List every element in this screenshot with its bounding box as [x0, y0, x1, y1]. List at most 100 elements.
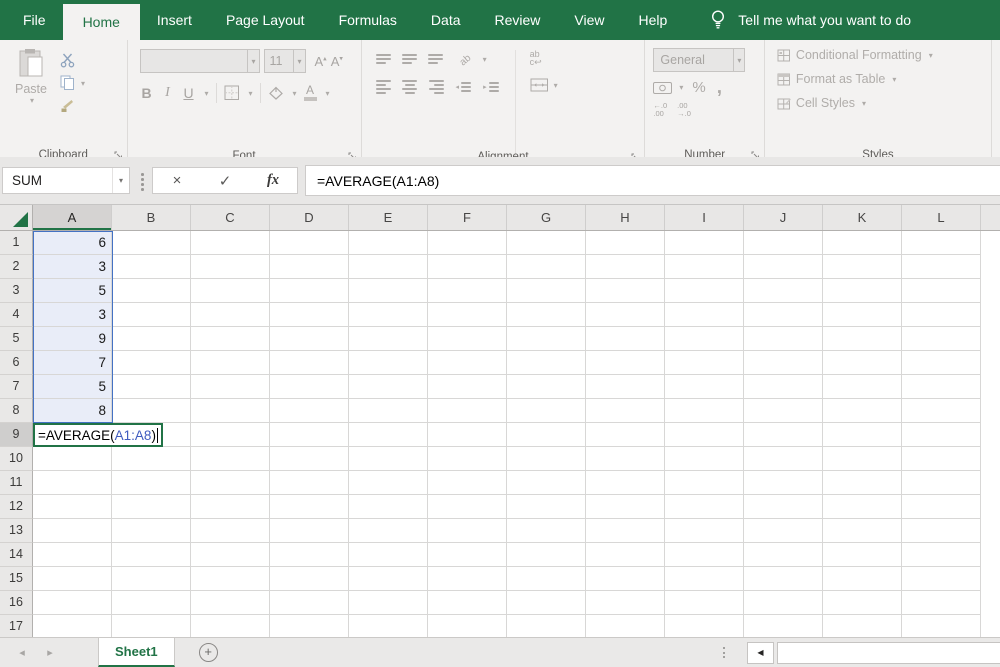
- cell-L1[interactable]: [902, 231, 981, 255]
- column-header-A[interactable]: A: [33, 205, 112, 230]
- cell-J5[interactable]: [744, 327, 823, 351]
- cell-D9[interactable]: [270, 423, 349, 447]
- cell-F3[interactable]: [428, 279, 507, 303]
- cell-F13[interactable]: [428, 519, 507, 543]
- cell-H3[interactable]: [586, 279, 665, 303]
- cell-C6[interactable]: [191, 351, 270, 375]
- row-header-5[interactable]: 5: [0, 327, 33, 351]
- number-format-dropdown-icon[interactable]: ▾: [733, 49, 744, 71]
- row-header-3[interactable]: 3: [0, 279, 33, 303]
- cell-C17[interactable]: [191, 615, 270, 639]
- cell-D14[interactable]: [270, 543, 349, 567]
- increase-indent-button[interactable]: ▸: [481, 82, 499, 92]
- menu-tab-page-layout[interactable]: Page Layout: [209, 0, 322, 40]
- cell-J8[interactable]: [744, 399, 823, 423]
- cell-J2[interactable]: [744, 255, 823, 279]
- cell-I17[interactable]: [665, 615, 744, 639]
- cell-K6[interactable]: [823, 351, 902, 375]
- row-header-2[interactable]: 2: [0, 255, 33, 279]
- align-right-button[interactable]: [428, 80, 444, 94]
- cell-J1[interactable]: [744, 231, 823, 255]
- cell-K12[interactable]: [823, 495, 902, 519]
- cell-D6[interactable]: [270, 351, 349, 375]
- copy-dropdown-icon[interactable]: ▾: [81, 79, 85, 88]
- underline-button[interactable]: U: [182, 85, 196, 101]
- cell-F12[interactable]: [428, 495, 507, 519]
- cell-K11[interactable]: [823, 471, 902, 495]
- cell-A11[interactable]: [33, 471, 112, 495]
- menu-tab-view[interactable]: View: [557, 0, 621, 40]
- cell-K5[interactable]: [823, 327, 902, 351]
- cell-F5[interactable]: [428, 327, 507, 351]
- borders-button[interactable]: [224, 85, 240, 101]
- cell-J7[interactable]: [744, 375, 823, 399]
- cell-L13[interactable]: [902, 519, 981, 543]
- cell-K8[interactable]: [823, 399, 902, 423]
- cell-I13[interactable]: [665, 519, 744, 543]
- format-painter-button[interactable]: [60, 98, 85, 114]
- cell-K10[interactable]: [823, 447, 902, 471]
- orientation-dropdown-icon[interactable]: ▾: [483, 55, 487, 64]
- cell-C5[interactable]: [191, 327, 270, 351]
- orientation-button[interactable]: ab: [457, 50, 473, 69]
- column-header-F[interactable]: F: [428, 205, 507, 230]
- cell-C9[interactable]: [191, 423, 270, 447]
- cell-G1[interactable]: [507, 231, 586, 255]
- cell-C10[interactable]: [191, 447, 270, 471]
- row-header-15[interactable]: 15: [0, 567, 33, 591]
- cell-I12[interactable]: [665, 495, 744, 519]
- cell-K1[interactable]: [823, 231, 902, 255]
- cell-C15[interactable]: [191, 567, 270, 591]
- cell-D13[interactable]: [270, 519, 349, 543]
- cell-L7[interactable]: [902, 375, 981, 399]
- column-header-J[interactable]: J: [744, 205, 823, 230]
- row-header-7[interactable]: 7: [0, 375, 33, 399]
- cell-A1[interactable]: 6: [33, 231, 112, 255]
- fill-color-dropdown-icon[interactable]: ▾: [293, 89, 297, 98]
- cell-H8[interactable]: [586, 399, 665, 423]
- insert-function-button[interactable]: fx: [259, 172, 287, 189]
- cell-G7[interactable]: [507, 375, 586, 399]
- decrease-indent-button[interactable]: ◂: [454, 82, 472, 92]
- column-header-C[interactable]: C: [191, 205, 270, 230]
- cell-I11[interactable]: [665, 471, 744, 495]
- next-sheet-icon[interactable]: ▸: [36, 646, 64, 659]
- cell-B3[interactable]: [112, 279, 191, 303]
- cell-B17[interactable]: [112, 615, 191, 639]
- cell-B15[interactable]: [112, 567, 191, 591]
- cell-B2[interactable]: [112, 255, 191, 279]
- paste-button[interactable]: Paste ▾: [10, 48, 52, 165]
- cell-K13[interactable]: [823, 519, 902, 543]
- cell-B1[interactable]: [112, 231, 191, 255]
- cell-C4[interactable]: [191, 303, 270, 327]
- menu-tab-home[interactable]: Home: [62, 4, 140, 40]
- row-header-10[interactable]: 10: [0, 447, 33, 471]
- menu-tab-data[interactable]: Data: [414, 0, 478, 40]
- cell-C11[interactable]: [191, 471, 270, 495]
- cell-L12[interactable]: [902, 495, 981, 519]
- font-name-dropdown-icon[interactable]: ▾: [247, 50, 258, 72]
- cell-E12[interactable]: [349, 495, 428, 519]
- cell-A7[interactable]: 5: [33, 375, 112, 399]
- cell-E3[interactable]: [349, 279, 428, 303]
- column-header-L[interactable]: L: [902, 205, 981, 230]
- cell-C1[interactable]: [191, 231, 270, 255]
- cell-H2[interactable]: [586, 255, 665, 279]
- wrap-text-button[interactable]: ab c↩: [530, 50, 542, 67]
- formula-bar-drag-handle[interactable]: [141, 173, 144, 191]
- font-size-combo[interactable]: 11 ▾: [263, 49, 306, 73]
- cell-F8[interactable]: [428, 399, 507, 423]
- cell-L5[interactable]: [902, 327, 981, 351]
- cell-F16[interactable]: [428, 591, 507, 615]
- name-box[interactable]: SUM ▾: [2, 167, 130, 194]
- cell-I5[interactable]: [665, 327, 744, 351]
- cell-H7[interactable]: [586, 375, 665, 399]
- cell-G5[interactable]: [507, 327, 586, 351]
- paste-dropdown-icon[interactable]: ▾: [30, 96, 34, 105]
- row-header-17[interactable]: 17: [0, 615, 33, 639]
- cell-D10[interactable]: [270, 447, 349, 471]
- cell-I8[interactable]: [665, 399, 744, 423]
- cell-B4[interactable]: [112, 303, 191, 327]
- cell-H5[interactable]: [586, 327, 665, 351]
- cell-E15[interactable]: [349, 567, 428, 591]
